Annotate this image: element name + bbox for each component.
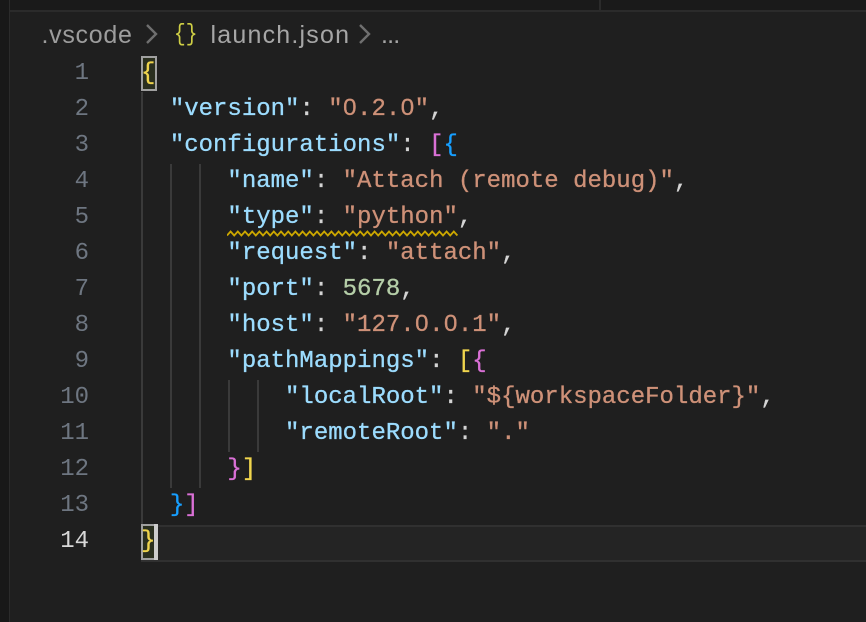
svg-text:{}: {} xyxy=(174,22,197,47)
